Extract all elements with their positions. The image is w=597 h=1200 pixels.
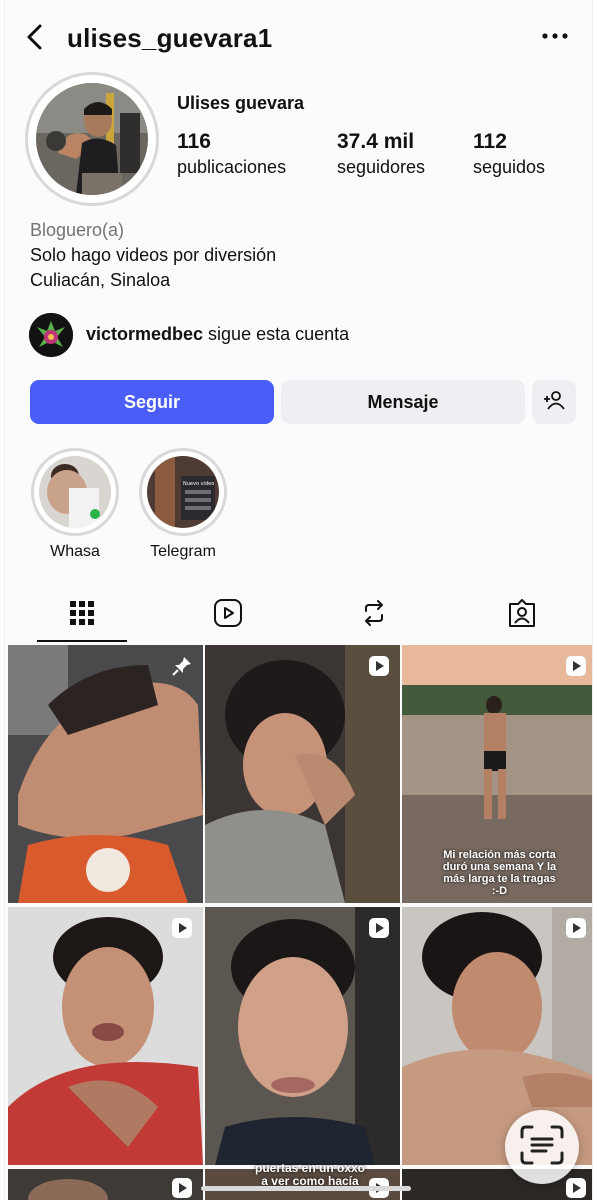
post-tile[interactable]: Mi relación más corta duró una semana Y … [402,645,592,903]
reel-icon [171,917,193,944]
tab-tagged[interactable] [477,588,567,642]
text-scan-icon [520,1125,564,1170]
highlight-whasa[interactable]: Whasa [30,448,120,561]
tab-reels[interactable] [183,588,273,642]
reel-icon [171,1177,193,1200]
profile-screen: ulises_guevara1 Ulises guevara 116 publi… [4,0,593,1200]
followers-count[interactable]: 37.4 mil seguidores [337,130,425,178]
following-count[interactable]: 112 seguidos [473,130,545,178]
content-tabs [5,588,592,644]
post-tile[interactable] [205,645,400,903]
reel-icon [565,917,587,944]
bio-location: Culiacán, Sinaloa [30,270,171,290]
grid-icon [69,600,95,631]
highlight-telegram[interactable]: Nuevo video Telegram [138,448,228,561]
home-indicator [201,1186,411,1191]
followed-by-suffix: sigue esta cuenta [203,324,350,344]
reel-icon [368,917,390,944]
scan-text-button[interactable] [505,1110,579,1184]
pin-icon [171,655,193,682]
follower-username[interactable]: victormedbec [86,324,203,344]
profile-bio: Bloguero(a) Solo hago videos por diversi… [30,218,276,293]
followers-count-value: 37.4 mil [337,130,415,153]
follower-avatar [29,313,73,357]
posts-count-value: 116 [177,130,211,153]
more-options-icon[interactable] [540,26,570,46]
add-user-button[interactable] [532,380,576,424]
follow-button[interactable]: Seguir [30,380,274,424]
following-count-value: 112 [473,130,507,153]
profile-username: ulises_guevara1 [67,23,273,53]
post-caption: Mi relación más corta duró una semana Y … [442,849,557,897]
followed-by-row[interactable]: victormedbec sigue esta cuenta [29,313,569,359]
add-user-icon [543,390,565,415]
highlight-cover-text: Nuevo video [183,481,214,487]
highlight-label: Telegram [150,543,216,560]
posts-count-label: publicaciones [177,157,287,177]
followers-count-label: seguidores [337,157,426,177]
reel-icon [565,655,587,682]
post-tile[interactable] [8,907,203,1165]
post-tile[interactable] [205,907,400,1165]
reels-icon [213,598,243,633]
following-count-label: seguidos [473,157,546,177]
repost-icon [359,598,389,633]
avatar-photo [36,83,148,195]
highlight-cover: Nuevo video [139,448,227,536]
followed-by-text: victormedbec sigue esta cuenta [86,324,349,345]
reel-icon [368,655,390,682]
top-bar: ulises_guevara1 [5,14,592,62]
message-button[interactable]: Mensaje [281,380,525,424]
tab-reposts[interactable] [329,588,419,642]
highlight-label: Whasa [50,543,100,560]
profile-display-name: Ulises guevara [177,93,305,113]
reel-icon [565,1177,587,1200]
post-tile[interactable] [8,645,203,903]
post-caption: puertas en un oxxo a ver como hacía [254,1161,366,1188]
bio-line: Solo hago videos por diversión [30,245,277,265]
bio-category: Bloguero(a) [30,220,125,240]
highlight-cover [31,448,119,536]
tab-posts-grid[interactable] [37,588,127,642]
profile-avatar[interactable] [25,72,159,206]
posts-count[interactable]: 116 publicaciones [177,130,286,178]
back-arrow-icon[interactable] [23,22,49,52]
post-tile[interactable] [8,1169,203,1200]
tagged-icon [507,598,537,633]
